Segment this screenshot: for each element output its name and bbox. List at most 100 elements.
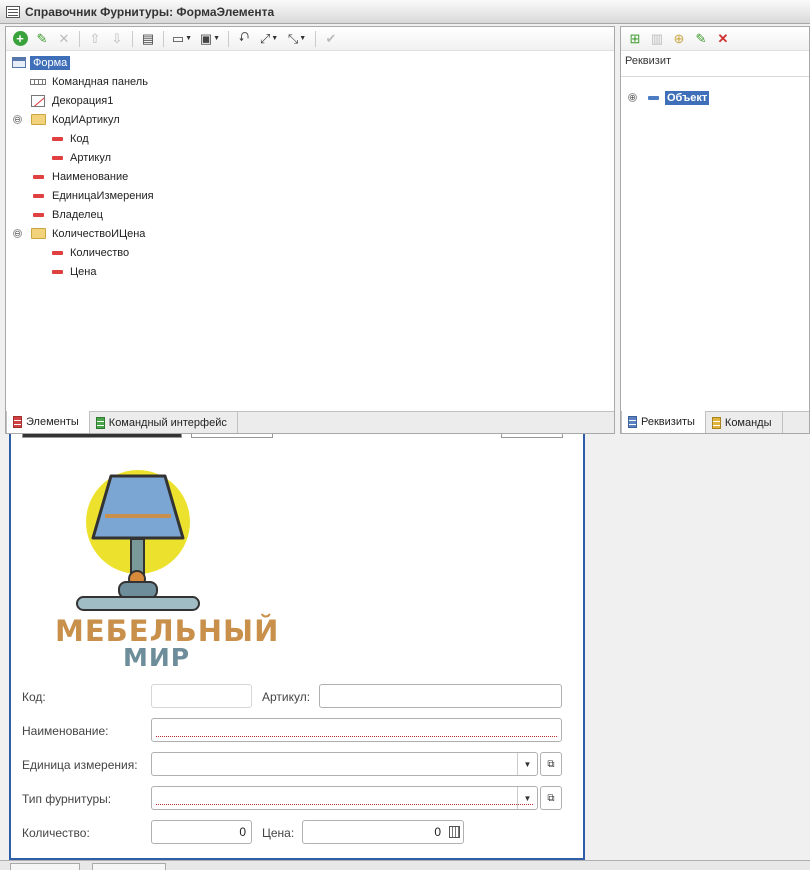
add-icon: +: [12, 31, 28, 46]
edit-button[interactable]: ✎: [32, 29, 52, 49]
tree-item-label: Командная панель: [52, 75, 148, 88]
add-attribute-button[interactable]: ⊞: [625, 29, 645, 49]
form-window-icon: [6, 5, 20, 18]
name-field[interactable]: [151, 718, 562, 742]
add-column-button[interactable]: ▥: [647, 29, 667, 49]
price-field[interactable]: 0: [302, 820, 464, 844]
name-label: Наименование:: [22, 724, 109, 738]
tree-item-unit[interactable]: ЕдиницаИзмерения: [6, 186, 614, 205]
bottom-tab[interactable]: [10, 863, 80, 870]
tree-item-label: Артикул: [70, 151, 112, 164]
move-down-button[interactable]: ⇩: [107, 29, 127, 49]
delete-icon: ✕: [58, 30, 70, 46]
tree-item-form[interactable]: Форма: [6, 53, 614, 72]
attributes-tabs: Реквизиты Команды: [621, 411, 809, 433]
tree-item-quantity[interactable]: Количество: [6, 243, 614, 262]
decoration-icon: [31, 94, 45, 107]
attributes-column-header: Реквизит: [621, 51, 809, 77]
code-field[interactable]: [151, 684, 252, 708]
open-window-icon: ⧉: [547, 758, 555, 770]
tree-item-code-article-group[interactable]: ⊖ КодИАртикул: [6, 110, 614, 129]
resize-icon: ⤢: [259, 30, 271, 46]
tree-item-decoration[interactable]: Декорация1: [6, 91, 614, 110]
type-label: Тип фурнитуры:: [22, 792, 112, 806]
group-icon: ▣: [199, 30, 213, 46]
layout-dropdown-button[interactable]: ▭ ▼: [169, 29, 195, 49]
chevron-down-icon: ▼: [523, 793, 532, 803]
unit-dropdown-button[interactable]: ▼: [517, 753, 537, 775]
elements-pane: + ✎ ✕ ⇧ ⇩ ▤ ▭ ▼ ▣ ▼ ⮏ ⤢ ▼ ⤡ ▼ ✔ Форма Команд…: [5, 26, 615, 434]
tree-item-label: Объект: [665, 91, 710, 105]
tree-item-price[interactable]: Цена: [6, 262, 614, 281]
toolbar-separator: [315, 30, 316, 47]
toolbar-separator: [132, 30, 133, 47]
attributes-tree: ⊕ Объект: [621, 77, 809, 108]
tab-label: Элементы: [26, 416, 79, 428]
code-label: Код:: [22, 690, 46, 704]
article-field[interactable]: [319, 684, 562, 708]
properties-icon: ▤: [141, 30, 155, 46]
group-dropdown-button[interactable]: ▣ ▼: [197, 29, 223, 49]
add-button[interactable]: +: [10, 29, 30, 49]
tab-attributes[interactable]: Реквизиты: [621, 411, 706, 433]
unit-open-button[interactable]: ⧉: [540, 752, 562, 776]
expand-icon[interactable]: ⊕: [628, 93, 637, 102]
stretch-dropdown-button[interactable]: ⤡ ▼: [284, 29, 310, 49]
add-nested-icon: ⊕: [673, 30, 685, 46]
preview-button-stub: [22, 434, 182, 438]
calculator-icon[interactable]: [449, 826, 460, 838]
type-dropdown-button[interactable]: ▼: [517, 787, 537, 809]
edit-attribute-button[interactable]: ✎: [691, 29, 711, 49]
logo-text-line2: МИР: [123, 643, 191, 672]
collapse-icon[interactable]: ⊖: [13, 229, 22, 238]
tree-item-label: Декорация1: [52, 94, 114, 107]
delete-attribute-button[interactable]: ✕: [713, 29, 733, 49]
swap-icon: ⮏: [238, 28, 250, 44]
tree-item-code[interactable]: Код: [6, 129, 614, 148]
type-field[interactable]: ▼: [151, 786, 538, 810]
price-label: Цена:: [262, 826, 295, 840]
collapse-icon[interactable]: ⊖: [13, 115, 22, 124]
attributes-pane: ⊞ ▥ ⊕ ✎ ✕ Реквизит ⊕ Объект Реквизиты Ко…: [620, 26, 810, 434]
move-up-button[interactable]: ⇧: [85, 29, 105, 49]
add-nested-button[interactable]: ⊕: [669, 29, 689, 49]
tree-item-object[interactable]: ⊕ Объект: [621, 89, 809, 108]
field-icon: [52, 269, 63, 274]
type-open-button[interactable]: ⧉: [540, 786, 562, 810]
chevron-down-icon: ▼: [213, 35, 221, 42]
tree-item-label: Код: [70, 132, 89, 145]
check-button[interactable]: ✔: [321, 29, 341, 49]
unit-field[interactable]: ▼: [151, 752, 538, 776]
stretch-icon: ⤡: [287, 30, 299, 46]
company-logo: МЕБЕЛЬНЫЙ МИР: [31, 452, 278, 672]
elements-icon: [13, 416, 22, 428]
tab-elements[interactable]: Элементы: [6, 411, 90, 433]
tree-item-label: Цена: [70, 265, 97, 278]
command-panel-icon: [30, 78, 46, 85]
tab-label: Командный интерфейс: [108, 416, 227, 429]
folder-icon: [31, 228, 46, 239]
form-preview: МЕБЕЛЬНЫЙ МИР Код: Артикул: Наименование…: [9, 434, 585, 860]
tree-item-qty-price-group[interactable]: ⊖ КоличествоИЦена: [6, 224, 614, 243]
price-value: 0: [434, 825, 441, 839]
field-icon: [33, 174, 44, 179]
tree-item-owner[interactable]: Владелец: [6, 205, 614, 224]
tree-item-command-panel[interactable]: Командная панель: [6, 72, 614, 91]
tree-item-name[interactable]: Наименование: [6, 167, 614, 186]
tab-commands[interactable]: Команды: [706, 412, 783, 433]
tree-item-article[interactable]: Артикул: [6, 148, 614, 167]
size-dropdown-button[interactable]: ⤢ ▼: [256, 29, 282, 49]
swap-button[interactable]: ⮏: [234, 29, 254, 49]
tab-command-interface[interactable]: Командный интерфейс: [90, 412, 238, 433]
properties-button[interactable]: ▤: [138, 29, 158, 49]
bottom-tab[interactable]: [92, 863, 166, 870]
tree-item-label: Количество: [70, 246, 130, 259]
elements-toolbar: + ✎ ✕ ⇧ ⇩ ▤ ▭ ▼ ▣ ▼ ⮏ ⤢ ▼ ⤡ ▼ ✔: [6, 27, 614, 51]
quantity-field[interactable]: 0: [151, 820, 252, 844]
preview-button-stub: [501, 434, 563, 438]
delete-button[interactable]: ✕: [54, 29, 74, 49]
field-icon: [52, 250, 63, 255]
checkmark-icon: ✔: [325, 30, 337, 46]
elements-tree: Форма Командная панель Декорация1 ⊖ КодИ…: [6, 51, 614, 281]
tree-item-label: Владелец: [52, 208, 103, 221]
